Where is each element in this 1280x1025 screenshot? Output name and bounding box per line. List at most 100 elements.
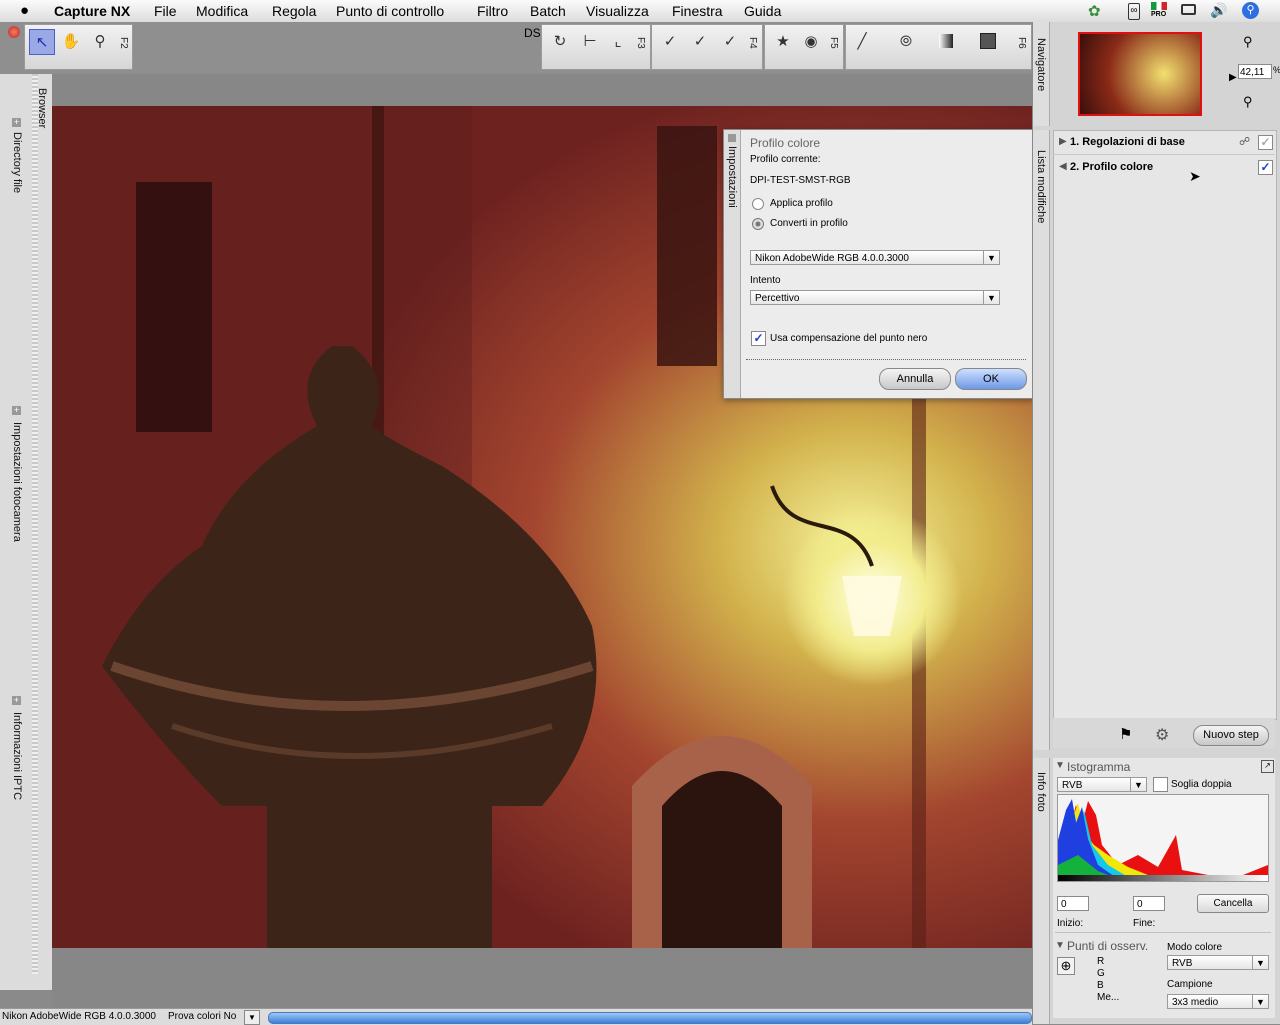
histogram-graph[interactable] — [1057, 794, 1269, 882]
color-mode-select[interactable]: RVB ▼ — [1167, 955, 1269, 970]
directory-file-tab[interactable]: Directory file — [11, 132, 23, 193]
retouch-brush-icon[interactable]: ✓ — [718, 29, 742, 53]
crop-icon[interactable]: ⌞ — [606, 29, 630, 53]
expand-directory-icon[interactable]: + — [12, 118, 21, 127]
language-badge: PRO — [1151, 11, 1167, 18]
apple-icon[interactable]: ● — [20, 2, 29, 19]
target-profile-select[interactable]: Nikon AdobeWide RGB 4.0.0.3000 ▼ — [750, 250, 1000, 265]
settings-panel-handle-icon[interactable] — [728, 134, 736, 142]
straighten-icon[interactable]: ⊢ — [578, 29, 602, 53]
menu-batch[interactable]: Batch — [530, 3, 566, 19]
gear-icon[interactable]: ⚙ — [1155, 725, 1169, 745]
f2-label: F2 — [118, 37, 129, 49]
spotlight-icon[interactable]: ⚲ — [1242, 2, 1259, 19]
zoom-out-icon[interactable]: ⚲ — [1243, 94, 1253, 110]
camera-settings-tab[interactable]: Impostazioni fotocamera — [11, 422, 23, 542]
color-control-point-icon[interactable]: ◉ — [799, 29, 823, 53]
watch-points-disclosure-icon[interactable]: ▼ — [1055, 940, 1065, 951]
black-point-checkbox[interactable]: ✓ — [751, 331, 766, 346]
histogram-channel-select[interactable]: RVB ▼ — [1057, 777, 1147, 792]
direct-select-icon[interactable]: ↖ — [29, 29, 55, 55]
menu-filtro[interactable]: Filtro — [477, 3, 508, 19]
crosshair-icon[interactable]: ⊕ — [1057, 957, 1075, 975]
edit-step-checkbox-2[interactable]: ✓ — [1258, 160, 1273, 175]
channel-r-label: R — [1097, 956, 1105, 967]
black-point-icon[interactable]: ★ — [771, 29, 795, 53]
status-menu-chevron-icon[interactable]: ▼ — [244, 1010, 260, 1025]
settings-panel-label[interactable]: Impostazioni — [726, 146, 738, 208]
menu-punto-di-controllo[interactable]: Punto di controllo — [336, 3, 444, 19]
double-threshold-checkbox[interactable] — [1153, 777, 1168, 792]
auto-retouch-icon[interactable]: ✓ — [688, 29, 712, 53]
double-threshold-label[interactable]: Soglia doppia — [1171, 779, 1232, 790]
horizontal-scrollbar[interactable] — [268, 1012, 1032, 1024]
new-step-button[interactable]: Nuovo step — [1193, 725, 1269, 746]
lasso-icon[interactable]: ⦾ — [894, 29, 918, 53]
link-icon: ☍ — [1239, 136, 1251, 148]
red-eye-icon[interactable]: ✓ — [658, 29, 682, 53]
histogram-cancel-button[interactable]: Cancella — [1197, 894, 1269, 913]
menu-file[interactable]: File — [154, 3, 177, 19]
convert-profile-radio[interactable] — [752, 218, 764, 230]
channel-mean-label: Me... — [1097, 992, 1120, 1003]
flag-step-icon[interactable]: ⚑ — [1119, 725, 1132, 743]
histogram-popout-icon[interactable]: ↗ — [1261, 760, 1274, 773]
apply-profile-label[interactable]: Applica profilo — [770, 198, 833, 209]
zoom-value-field[interactable]: 42,11 — [1238, 64, 1272, 79]
brush-icon[interactable]: ╱ — [850, 29, 874, 53]
display-icon[interactable] — [1181, 4, 1196, 15]
leaf-icon[interactable]: ✿ — [1088, 2, 1101, 20]
volume-icon[interactable]: 🔊 — [1210, 2, 1227, 19]
collapse-step-icon[interactable]: ◀ — [1059, 161, 1067, 172]
histogram-gradient-bar — [1058, 875, 1268, 881]
toolbar-group-control-points: ★ ◉ F5 — [764, 24, 844, 70]
sample-select[interactable]: 3x3 medio ▼ — [1167, 994, 1269, 1009]
bluetooth-icon[interactable]: ∞ — [1128, 3, 1140, 20]
zoom-icon[interactable]: ⚲ — [88, 29, 112, 53]
ds-label: DS — [524, 26, 541, 40]
menu-visualizza[interactable]: Visualizza — [586, 3, 649, 19]
photo-info-label[interactable]: Info foto — [1035, 772, 1047, 812]
histogram-disclosure-icon[interactable]: ▼ — [1055, 760, 1065, 771]
gradient-icon[interactable] — [934, 29, 958, 53]
expand-step-icon[interactable]: ▶ — [1059, 136, 1067, 147]
start-value-field[interactable]: 0 — [1057, 896, 1089, 911]
histogram-title: Istogramma — [1067, 760, 1131, 774]
fill-icon[interactable] — [976, 29, 1000, 53]
zoom-pointer-icon: ▶ — [1229, 72, 1237, 83]
left-sidebar-divider[interactable] — [32, 74, 38, 974]
status-proof: Prova colori No — [168, 1011, 237, 1022]
close-window-icon[interactable] — [8, 26, 20, 38]
edit-step-row-2[interactable]: ◀ 2. Profilo colore ✓ — [1053, 157, 1275, 179]
mouse-cursor-icon: ➤ — [1189, 168, 1201, 184]
zoom-in-icon[interactable]: ⚲ — [1243, 34, 1253, 50]
rotate-icon[interactable]: ↻ — [548, 29, 572, 53]
navigator-label[interactable]: Navigatore — [1035, 38, 1047, 91]
menu-modifica[interactable]: Modifica — [196, 3, 248, 19]
convert-profile-label[interactable]: Converti in profilo — [770, 218, 848, 229]
expand-iptc-icon[interactable]: + — [12, 696, 21, 705]
flag-icon[interactable] — [1151, 2, 1167, 10]
intent-select[interactable]: Percettivo ▼ — [750, 290, 1000, 305]
hand-icon[interactable]: ✋ — [59, 29, 83, 53]
iptc-info-tab[interactable]: Informazioni IPTC — [11, 712, 23, 800]
edit-list-label[interactable]: Lista modifiche — [1035, 150, 1047, 223]
app-menu[interactable]: Capture NX — [54, 3, 130, 19]
histogram-channel-value: RVB — [1062, 780, 1083, 791]
histogram-plot — [1058, 799, 1268, 881]
cancel-button[interactable]: Annulla — [879, 368, 951, 390]
ok-button[interactable]: OK — [955, 368, 1027, 390]
apply-profile-radio[interactable] — [752, 198, 764, 210]
expand-camera-settings-icon[interactable]: + — [12, 406, 21, 415]
black-point-label[interactable]: Usa compensazione del punto nero — [770, 333, 927, 344]
menu-finestra[interactable]: Finestra — [672, 3, 723, 19]
edit-step-checkbox-1[interactable]: ✓ — [1258, 135, 1273, 150]
toolbar-group-navigation: ↖ ✋ ⚲ F2 — [24, 24, 133, 70]
menu-guida[interactable]: Guida — [744, 3, 781, 19]
menu-regola[interactable]: Regola — [272, 3, 316, 19]
browser-tab-label[interactable]: Browser — [36, 88, 48, 128]
edit-step-row-1[interactable]: ▶ 1. Regolazioni di base ☍ ✓ — [1053, 132, 1275, 155]
end-value-field[interactable]: 0 — [1133, 896, 1165, 911]
navigator-thumbnail[interactable] — [1078, 32, 1202, 116]
toolbar-group-retouch: ✓ ✓ ✓ F4 — [651, 24, 763, 70]
